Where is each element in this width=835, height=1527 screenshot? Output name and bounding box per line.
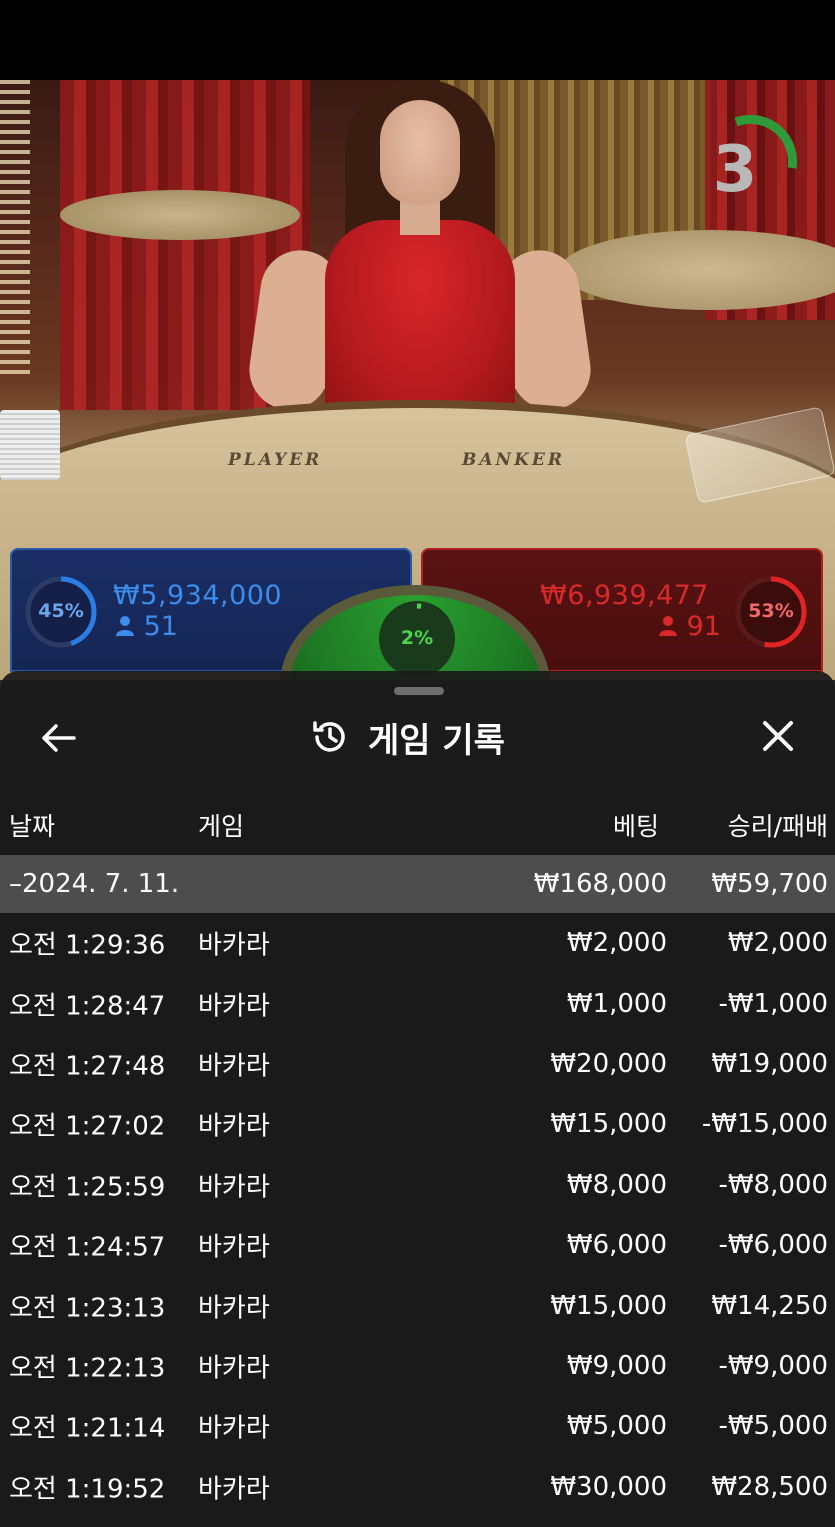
dealer-dress [325,220,515,420]
row-bet: ₩5,000 [566,1411,667,1442]
row-time: 오전 1:29:36 [9,930,166,961]
close-button[interactable] [756,714,800,758]
row-game: 바카라 [198,1353,270,1384]
row-result: ₩2,000 [727,928,828,959]
player-bettor-count: 51 [115,611,178,642]
row-time: 오전 1:22:13 [9,1353,166,1384]
date-group-bet-total: ₩168,000 [533,869,667,899]
row-time: 오전 1:27:48 [9,1051,166,1082]
row-game: 바카라 [198,1051,270,1082]
row-game: 바카라 [198,930,270,961]
back-button[interactable] [36,716,80,760]
row-result: -₩6,000 [718,1230,828,1261]
history-row[interactable]: 오전 1:19:52 바카라 ₩30,000 ₩28,500 [0,1457,835,1517]
player-table-label: PLAYER [228,450,323,470]
history-row[interactable]: 오전 1:22:13 바카라 ₩9,000 -₩9,000 [0,1336,835,1396]
history-row[interactable]: 오전 1:27:02 바카라 ₩15,000 -₩15,000 [0,1094,835,1154]
row-bet: ₩15,000 [550,1109,667,1140]
sheet-drag-handle[interactable] [394,687,444,695]
history-row[interactable]: 오전 1:29:36 바카라 ₩2,000 ₩2,000 [0,913,835,973]
sheet-title: 게임 기록 [368,720,505,761]
history-row[interactable]: 오전 1:27:48 바카라 ₩20,000 ₩19,000 [0,1034,835,1094]
arrow-left-icon [42,724,76,752]
row-bet: ₩2,000 [566,928,667,959]
side-table [60,190,300,240]
countdown-timer: 3 [712,133,758,207]
player-bettor-count-value: 51 [143,611,178,642]
row-result: -₩5,000 [718,1411,828,1442]
row-time: 오전 1:27:02 [9,1111,166,1142]
row-result: -₩8,000 [718,1169,828,1200]
history-list: –2024. 7. 11. ₩168,000 ₩59,700 오전 1:29:3… [0,855,835,1517]
banker-table-label: BANKER [462,450,565,470]
row-result: ₩14,250 [711,1290,828,1321]
row-bet: ₩6,000 [566,1230,667,1261]
sheet-header: 게임 기록 [310,712,505,762]
history-icon [313,721,345,752]
row-bet: ₩1,000 [566,988,667,1019]
banker-bet-amount: ₩6,939,477 [540,580,710,611]
row-time: 오전 1:24:57 [9,1232,166,1263]
row-game: 바카라 [198,1474,270,1505]
history-row[interactable]: 오전 1:24:57 바카라 ₩6,000 -₩6,000 [0,1215,835,1275]
row-result: -₩9,000 [718,1350,828,1381]
row-bet: ₩30,000 [550,1471,667,1502]
column-header-bet: 베팅 [612,812,659,841]
row-bet: ₩9,000 [566,1350,667,1381]
date-group-row[interactable]: –2024. 7. 11. ₩168,000 ₩59,700 [0,855,835,913]
row-bet: ₩15,000 [550,1290,667,1321]
column-header-result: 승리/패배 [727,812,828,841]
row-time: 오전 1:23:13 [9,1293,166,1324]
column-header-game: 게임 [198,812,245,841]
row-game: 바카라 [198,1111,270,1142]
row-game: 바카라 [198,1293,270,1324]
tie-percent: 2% [400,627,434,649]
date-group-label: –2024. 7. 11. [9,869,180,899]
player-percent: 45% [38,600,84,622]
row-result: ₩19,000 [711,1048,828,1079]
row-game: 바카라 [198,991,270,1022]
row-result: -₩1,000 [718,988,828,1019]
person-icon [659,616,677,636]
history-row[interactable]: 오전 1:28:47 바카라 ₩1,000 -₩1,000 [0,973,835,1033]
player-bet-amount: ₩5,934,000 [113,580,283,611]
history-row[interactable]: 오전 1:21:14 바카라 ₩5,000 -₩5,000 [0,1396,835,1456]
row-time: 오전 1:28:47 [9,991,166,1022]
history-row[interactable]: 오전 1:23:13 바카라 ₩15,000 ₩14,250 [0,1275,835,1335]
row-time: 오전 1:21:14 [9,1413,166,1444]
row-result: -₩15,000 [701,1109,828,1140]
banker-percent: 53% [748,600,794,622]
banker-bettor-count-value: 91 [686,611,721,642]
row-game: 바카라 [198,1232,270,1263]
date-group-result-total: ₩59,700 [711,869,828,899]
column-header-date: 날짜 [9,812,56,841]
status-bar [0,0,835,80]
chandelier [0,80,30,380]
row-time: 오전 1:25:59 [9,1172,166,1203]
row-game: 바카라 [198,1413,270,1444]
banker-bettor-count: 91 [658,611,721,642]
row-bet: ₩8,000 [566,1169,667,1200]
row-bet: ₩20,000 [550,1048,667,1079]
close-icon [763,721,793,751]
row-time: 오전 1:19:52 [9,1474,166,1505]
row-result: ₩28,500 [711,1471,828,1502]
row-game: 바카라 [198,1172,270,1203]
history-row[interactable]: 오전 1:25:59 바카라 ₩8,000 -₩8,000 [0,1155,835,1215]
person-icon [116,616,134,636]
discard-tray [0,410,60,480]
dealer-face [380,100,460,205]
